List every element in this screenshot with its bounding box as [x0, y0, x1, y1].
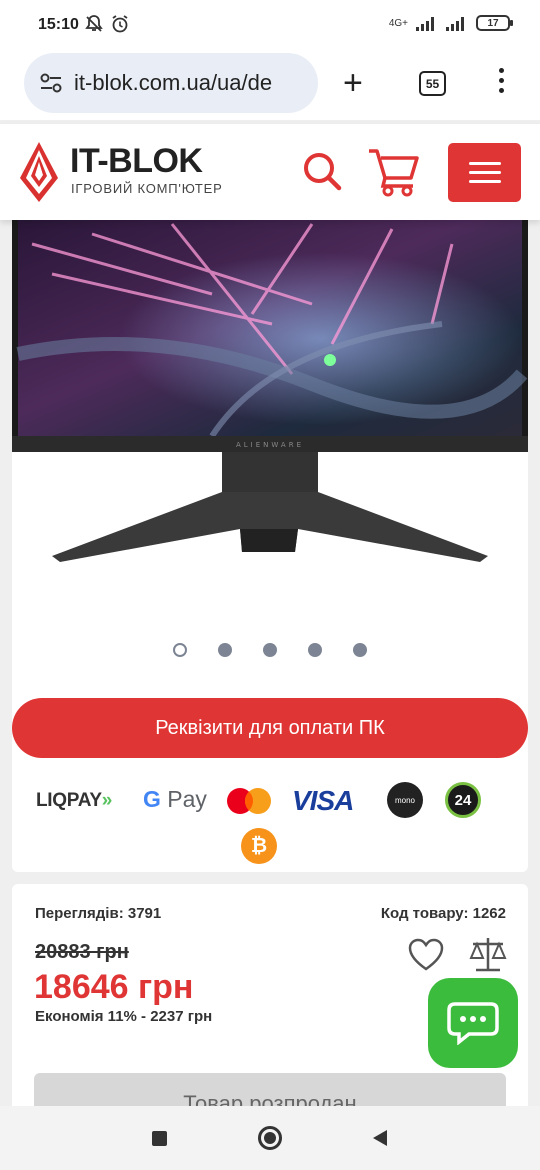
mastercard-logo: [227, 788, 271, 814]
chat-bubble-icon: [447, 1002, 499, 1045]
view-count: Переглядів: 3791: [35, 905, 162, 922]
visa-logo: VISA: [292, 785, 354, 816]
savings-text: Економія 11% - 2237 грн: [35, 1008, 213, 1025]
battery-indicator: 17: [476, 15, 513, 31]
new-tab-button[interactable]: +: [343, 66, 363, 100]
home-button[interactable]: [258, 1126, 282, 1150]
notifications-off-icon: [85, 15, 103, 32]
it-blok-logo-icon[interactable]: [16, 140, 62, 204]
alarm-icon: [112, 15, 128, 33]
current-price: 18646 грн: [34, 968, 194, 1006]
brand-subtitle: ІГРОВИЙ КОМП'ЮТЕР: [71, 181, 223, 196]
carousel-dot[interactable]: [173, 643, 187, 657]
url-text[interactable]: it-blok.com.ua/ua/de: [74, 70, 310, 96]
brand-name[interactable]: IT-BLOK: [70, 142, 203, 181]
liqpay-logo: LIQPAY»: [36, 790, 113, 811]
more-menu-icon[interactable]: [499, 68, 505, 98]
network-type: 4G+: [388, 17, 408, 29]
carousel-dot[interactable]: [218, 643, 232, 657]
payment-details-button[interactable]: Реквізити для оплати ПК: [12, 698, 528, 758]
chat-button[interactable]: [428, 978, 518, 1068]
bitcoin-logo: ₿: [241, 828, 277, 864]
monitor-brand-label: ALIENWARE: [236, 441, 304, 449]
old-price: 20883 грн: [35, 941, 129, 963]
tab-switcher-button[interactable]: 55: [419, 71, 446, 96]
carousel-dots: [12, 643, 528, 657]
carousel-dot[interactable]: [263, 643, 277, 657]
hamburger-menu-button[interactable]: [448, 143, 521, 202]
battery-level: 17: [487, 17, 499, 29]
payment-methods: LIQPAY» G Pay VISA mono 24 ₿: [12, 780, 528, 864]
carousel-dot[interactable]: [308, 643, 322, 657]
address-bar[interactable]: it-blok.com.ua/ua/de: [24, 53, 318, 113]
system-navigation-bar: [0, 1106, 540, 1170]
search-icon[interactable]: [302, 151, 342, 191]
recent-apps-button[interactable]: [152, 1131, 167, 1146]
privat24-logo: 24: [445, 782, 481, 818]
status-bar: 15:10 4G+ 17: [0, 0, 540, 50]
cart-icon[interactable]: [367, 146, 419, 198]
signal-icon: [416, 17, 434, 31]
liqpay-text: LIQPAY: [36, 790, 102, 811]
product-gallery-card: ALIENWARE Реквізити для оплати ПК LIQPAY…: [12, 124, 528, 872]
product-code: Код товару: 1262: [380, 905, 506, 922]
carousel-dot[interactable]: [353, 643, 367, 657]
compare-scale-icon[interactable]: [468, 934, 508, 974]
tab-count: 55: [425, 76, 440, 91]
google-pay-logo: G Pay: [143, 786, 207, 812]
browser-toolbar: it-blok.com.ua/ua/de + 55: [0, 50, 540, 120]
status-time: 15:10: [38, 16, 79, 33]
site-settings-icon[interactable]: [38, 70, 64, 96]
back-button[interactable]: [373, 1130, 387, 1146]
site-header: IT-BLOK ІГРОВИЙ КОМП'ЮТЕР: [0, 124, 540, 220]
wishlist-heart-icon[interactable]: [408, 938, 444, 972]
gpay-text: Pay: [167, 786, 207, 812]
monobank-logo: mono: [387, 782, 423, 818]
signal-icon-2: [446, 17, 464, 31]
